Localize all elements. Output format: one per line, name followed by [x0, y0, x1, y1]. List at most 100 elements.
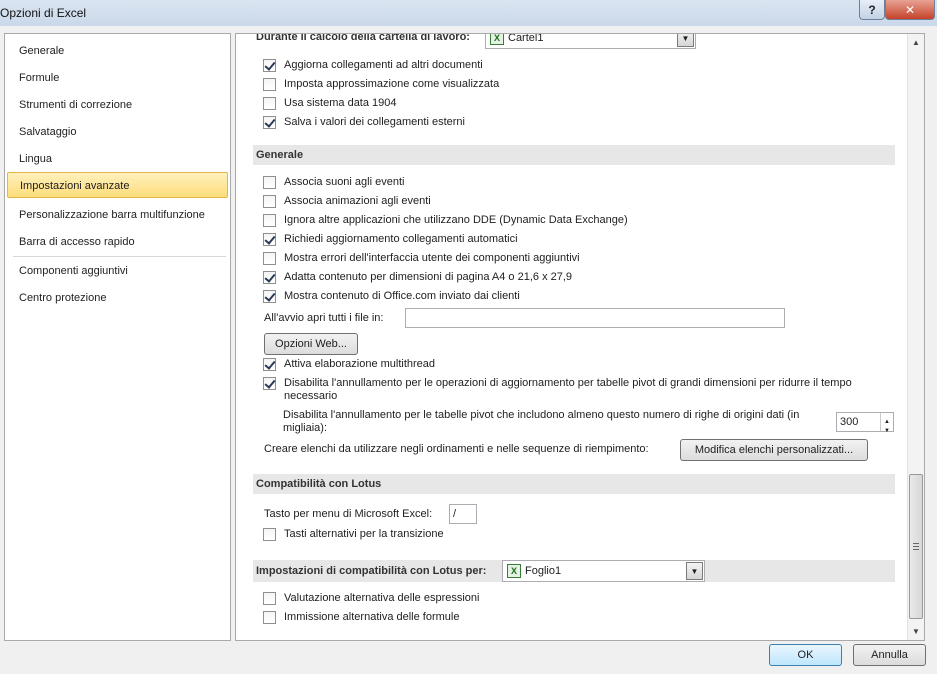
spinner-up-icon[interactable]: ▲: [880, 413, 893, 425]
option-label: Ignora altre applicazioni che utilizzano…: [284, 214, 628, 226]
vertical-scrollbar[interactable]: ▲ ▼: [907, 34, 924, 640]
option-label: Mostra contenuto di Office.com inviato d…: [284, 290, 520, 302]
sheet-select-value: Foglio1: [525, 565, 562, 577]
option-suoni[interactable]: Associa suoni agli eventi: [263, 176, 404, 189]
checkbox-office-com[interactable]: [263, 290, 276, 303]
option-label: Mostra errori dell'interfaccia utente de…: [284, 252, 580, 264]
section-header-lotus: Compatibilità con Lotus: [253, 474, 895, 494]
sidebar-item-salvataggio[interactable]: Salvataggio: [7, 119, 228, 145]
window-title: Opzioni di Excel: [0, 6, 87, 20]
option-label: Aggiorna collegamenti ad altri documenti: [284, 59, 483, 71]
checkbox-salva-valori[interactable]: [263, 116, 276, 129]
sidebar-divider: [13, 256, 226, 257]
checkbox-imposta-approssimazione[interactable]: [263, 78, 276, 91]
startup-folder-label: All'avvio apri tutti i file in:: [264, 312, 384, 324]
option-label: Disabilita l'annullamento per le operazi…: [284, 377, 852, 402]
dialog-body: Generale Formule Strumenti di correzione…: [0, 26, 937, 674]
title-bar: Opzioni di Excel ? ✕: [0, 0, 937, 26]
option-animazioni[interactable]: Associa animazioni agli eventi: [263, 195, 431, 208]
option-label: Associa suoni agli eventi: [284, 176, 405, 188]
option-aggiornamento-automatico[interactable]: Richiedi aggiornamento collegamenti auto…: [263, 233, 518, 246]
sidebar-item-impostazioni-avanzate[interactable]: Impostazioni avanzate: [7, 172, 228, 198]
scrollbar-thumb[interactable]: [909, 474, 923, 619]
option-multithread[interactable]: Attiva elaborazione multithread: [263, 358, 435, 371]
option-sistema-data-1904[interactable]: Usa sistema data 1904: [263, 97, 397, 110]
option-adatta-contenuto[interactable]: Adatta contenuto per dimensioni di pagin…: [263, 271, 572, 284]
checkbox-immissione-alternativa[interactable]: [263, 611, 276, 624]
options-panel: Durante il calcolo della cartella di lav…: [235, 33, 925, 641]
lotus-compat-label: Impostazioni di compatibilità con Lotus …: [256, 565, 487, 577]
custom-lists-label: Creare elenchi da utilizzare negli ordin…: [264, 443, 649, 455]
sidebar-item-barra-accesso-rapido[interactable]: Barra di accesso rapido: [7, 229, 228, 255]
scroll-grip: [913, 546, 919, 547]
sidebar-item-lingua[interactable]: Lingua: [7, 146, 228, 172]
option-label: Tasti alternativi per la transizione: [284, 528, 444, 540]
sheet-select[interactable]: X Foglio1 ▼: [502, 560, 705, 582]
options-content: Durante il calcolo della cartella di lav…: [236, 33, 924, 640]
close-button[interactable]: ✕: [885, 0, 935, 20]
option-label: Associa animazioni agli eventi: [284, 195, 431, 207]
option-valutazione-alternativa[interactable]: Valutazione alternativa delle espression…: [263, 592, 479, 605]
checkbox-multithread[interactable]: [263, 358, 276, 371]
undo-rows-spinner[interactable]: 300 ▲ ▼: [836, 412, 894, 434]
scroll-grip: [913, 549, 919, 550]
scroll-grip: [913, 543, 919, 544]
sidebar-item-formule[interactable]: Formule: [7, 65, 228, 91]
option-label: Immissione alternativa delle formule: [284, 611, 460, 623]
option-immissione-alternativa[interactable]: Immissione alternativa delle formule: [263, 611, 459, 624]
scroll-down-icon[interactable]: ▼: [908, 623, 924, 640]
option-label: Valutazione alternativa delle espression…: [284, 592, 480, 604]
option-label: Richiedi aggiornamento collegamenti auto…: [284, 233, 518, 245]
sidebar-item-generale[interactable]: Generale: [7, 38, 228, 64]
edit-custom-lists-button[interactable]: Modifica elenchi personalizzati...: [680, 439, 868, 461]
undo-rows-value: 300: [840, 416, 859, 428]
sidebar-item-componenti-aggiuntivi[interactable]: Componenti aggiuntivi: [7, 258, 228, 284]
scroll-up-icon[interactable]: ▲: [908, 34, 924, 51]
checkbox-suoni[interactable]: [263, 176, 276, 189]
checkbox-disabilita-annullamento[interactable]: [263, 377, 276, 390]
checkbox-animazioni[interactable]: [263, 195, 276, 208]
option-dde[interactable]: Ignora altre applicazioni che utilizzano…: [263, 214, 628, 227]
calc-section-header: Durante il calcolo della cartella di lav…: [256, 33, 470, 43]
option-tasti-alternativi[interactable]: Tasti alternativi per la transizione: [263, 528, 444, 541]
option-label: Salva i valori dei collegamenti esterni: [284, 116, 465, 128]
checkbox-tasti-alternativi[interactable]: [263, 528, 276, 541]
option-errori-interfaccia[interactable]: Mostra errori dell'interfaccia utente de…: [263, 252, 580, 265]
checkbox-adatta-contenuto[interactable]: [263, 271, 276, 284]
menu-key-label: Tasto per menu di Microsoft Excel:: [264, 508, 433, 520]
section-header-generale: Generale: [253, 145, 895, 165]
undo-rows-label: Disabilita l'annullamento per le tabelle…: [283, 409, 800, 434]
chevron-down-icon[interactable]: ▼: [686, 562, 703, 580]
spinner-down-icon[interactable]: ▼: [880, 422, 893, 434]
option-disabilita-annullamento[interactable]: Disabilita l'annullamento per le operazi…: [263, 377, 873, 403]
workbook-select-value: Cartel1: [508, 33, 544, 44]
ok-button[interactable]: OK: [769, 644, 842, 666]
sidebar-item-strumenti-correzione[interactable]: Strumenti di correzione: [7, 92, 228, 118]
workbook-select[interactable]: X Cartel1 ▼: [485, 33, 696, 49]
cancel-button[interactable]: Annulla: [853, 644, 926, 666]
workbook-icon: X: [490, 34, 504, 45]
checkbox-aggiornamento-automatico[interactable]: [263, 233, 276, 246]
option-office-com[interactable]: Mostra contenuto di Office.com inviato d…: [263, 290, 520, 303]
sidebar-item-personalizzazione-barra[interactable]: Personalizzazione barra multifunzione: [7, 202, 228, 228]
checkbox-errori-interfaccia[interactable]: [263, 252, 276, 265]
sidebar-item-centro-protezione[interactable]: Centro protezione: [7, 285, 228, 311]
help-button[interactable]: ?: [859, 0, 885, 20]
option-label: Adatta contenuto per dimensioni di pagin…: [284, 271, 573, 283]
option-label: Attiva elaborazione multithread: [284, 358, 436, 370]
option-label: Usa sistema data 1904: [284, 97, 397, 109]
checkbox-valutazione-alternativa[interactable]: [263, 592, 276, 605]
checkbox-dde[interactable]: [263, 214, 276, 227]
checkbox-aggiorna-collegamenti[interactable]: [263, 59, 276, 72]
option-label: Imposta approssimazione come visualizzat…: [284, 78, 500, 90]
checkbox-sistema-data-1904[interactable]: [263, 97, 276, 110]
option-salva-valori[interactable]: Salva i valori dei collegamenti esterni: [263, 116, 465, 129]
web-options-button[interactable]: Opzioni Web...: [264, 333, 358, 355]
chevron-down-icon[interactable]: ▼: [677, 34, 694, 47]
worksheet-icon: X: [507, 564, 521, 578]
option-aggiorna-collegamenti[interactable]: Aggiorna collegamenti ad altri documenti: [263, 59, 483, 72]
startup-folder-input[interactable]: [405, 308, 785, 328]
option-imposta-approssimazione[interactable]: Imposta approssimazione come visualizzat…: [263, 78, 499, 91]
sidebar: Generale Formule Strumenti di correzione…: [4, 33, 231, 641]
menu-key-input[interactable]: /: [449, 504, 477, 524]
